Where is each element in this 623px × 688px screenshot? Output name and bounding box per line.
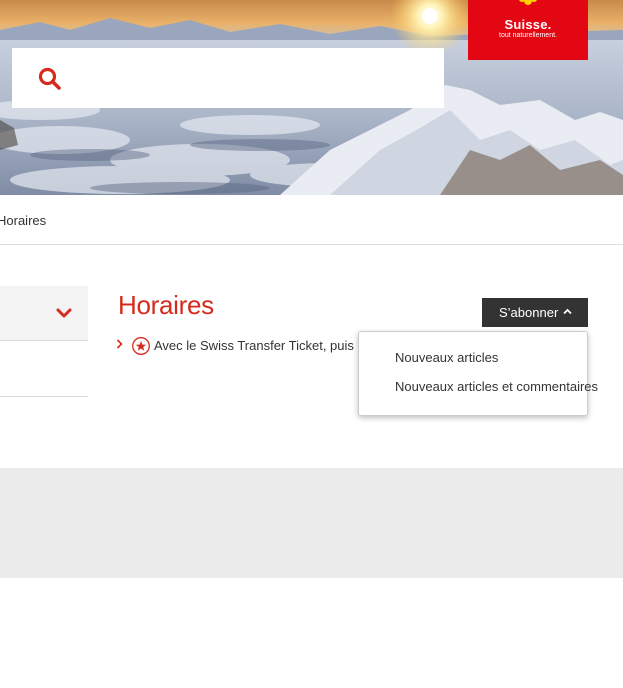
footer-band xyxy=(0,468,623,578)
chevron-down-icon[interactable] xyxy=(56,308,72,319)
list-item[interactable]: Avec le Swiss Transfer Ticket, puis xyxy=(116,335,366,357)
chevron-up-icon xyxy=(563,308,572,315)
chevron-right-icon xyxy=(116,339,123,349)
subscribe-button[interactable]: S’abonner xyxy=(482,298,588,327)
menu-item-new-articles[interactable]: Nouveaux articles xyxy=(395,350,498,365)
article-link[interactable]: Avec le Swiss Transfer Ticket, puis xyxy=(154,338,354,353)
suisse-logo[interactable]: Suisse. tout naturellement. xyxy=(468,0,588,60)
search-box xyxy=(12,48,444,108)
menu-item-new-articles-and-comments[interactable]: Nouveaux articles et commentaires xyxy=(395,379,598,394)
star-circle-icon xyxy=(132,337,150,355)
search-icon[interactable] xyxy=(37,66,63,92)
logo-tagline: tout naturellement. xyxy=(499,32,557,39)
search-input[interactable] xyxy=(82,60,436,98)
section-nav-item[interactable] xyxy=(0,341,88,397)
breadcrumb: Horaires xyxy=(0,195,623,245)
section-nav-toggle[interactable] xyxy=(0,286,88,341)
breadcrumb-current[interactable]: Horaires xyxy=(0,213,46,228)
flower-icon xyxy=(519,0,537,5)
subscribe-label: S’abonner xyxy=(499,305,559,320)
hero-banner: Suisse. tout naturellement. xyxy=(0,0,623,195)
subscribe-dropdown-menu: Nouveaux articles Nouveaux articles et c… xyxy=(358,331,598,416)
page-title: Horaires xyxy=(118,290,214,320)
logo-wordmark: Suisse. xyxy=(504,17,552,32)
